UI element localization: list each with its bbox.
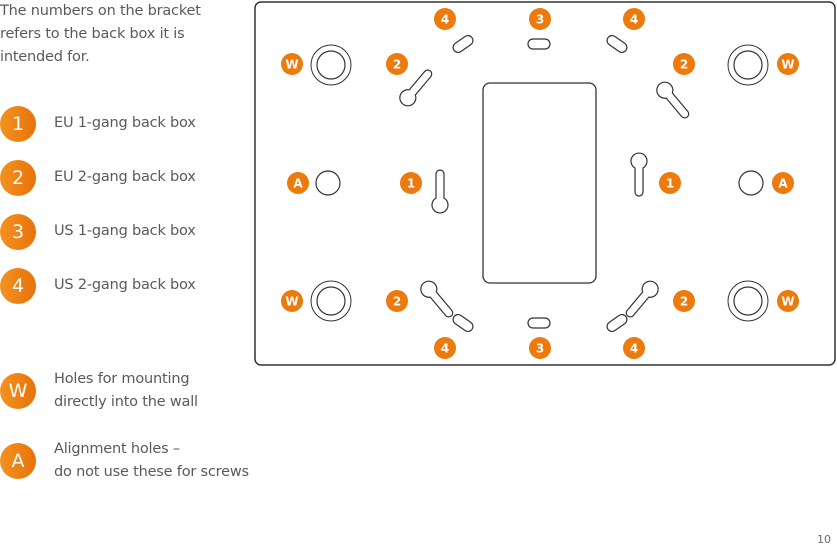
- svg-text:W: W: [781, 58, 794, 72]
- badge-top-2-right: 2: [673, 53, 695, 75]
- svg-text:1: 1: [407, 177, 415, 191]
- wall-hole-inner: [316, 50, 346, 80]
- slot-us-1-gang: [527, 317, 551, 329]
- svg-text:2: 2: [680, 295, 688, 309]
- svg-text:1: 1: [666, 177, 674, 191]
- slot-us-2-gang: [606, 34, 628, 54]
- svg-text:A: A: [778, 177, 788, 191]
- badge-mid-a-left: A: [287, 172, 309, 194]
- wall-hole-inner: [733, 286, 763, 316]
- alignment-hole: [315, 170, 341, 196]
- keyhole-eu-2-gang: [620, 277, 663, 322]
- badge-mid-1-left: 1: [400, 172, 422, 194]
- badge-top-2-left: 2: [386, 53, 408, 75]
- svg-text:3: 3: [536, 13, 544, 27]
- keyhole-eu-1-gang: [630, 152, 648, 197]
- slot-us-2-gang: [452, 313, 474, 333]
- badge-bot-4-right: 4: [623, 337, 645, 359]
- svg-text:A: A: [293, 177, 303, 191]
- svg-text:4: 4: [630, 342, 638, 356]
- wall-hole-inner: [316, 286, 346, 316]
- wall-holes: [310, 44, 769, 322]
- badge-bot-3: 3: [529, 337, 551, 359]
- svg-text:W: W: [285, 58, 298, 72]
- slot-us-2-gang: [606, 313, 628, 333]
- keyhole-eu-2-gang: [416, 277, 459, 322]
- badge-top-w-left: W: [281, 53, 303, 75]
- keyhole-eu-2-gang: [652, 78, 695, 123]
- svg-text:W: W: [285, 295, 298, 309]
- alignment-hole: [738, 170, 764, 196]
- page-number: 10: [817, 533, 831, 546]
- badge-top-4-left: 4: [434, 8, 456, 30]
- svg-text:2: 2: [680, 58, 688, 72]
- bracket-diagram: 4 3 4 W 2 2 W A 1 1 A W 2 2 W 4 3 4: [254, 1, 836, 366]
- badge-bot-4-left: 4: [434, 337, 456, 359]
- keyhole-eu-1-gang: [431, 169, 449, 214]
- badge-top-w-right: W: [777, 53, 799, 75]
- badge-top-3: 3: [529, 8, 551, 30]
- badge-mid-a-right: A: [772, 172, 794, 194]
- svg-text:4: 4: [441, 13, 449, 27]
- wall-hole-inner: [733, 50, 763, 80]
- svg-text:2: 2: [393, 58, 401, 72]
- slot-us-1-gang: [527, 38, 551, 50]
- badge-bot-2-left: 2: [386, 290, 408, 312]
- badge-bot-w-left: W: [281, 290, 303, 312]
- diagram-badges: 4 3 4 W 2 2 W A 1 1 A W 2 2 W 4 3 4: [281, 8, 799, 359]
- center-cutout: [482, 82, 597, 284]
- badge-bot-w-right: W: [777, 290, 799, 312]
- badge-mid-1-right: 1: [659, 172, 681, 194]
- slot-us-2-gang: [452, 34, 474, 54]
- badge-bot-2-right: 2: [673, 290, 695, 312]
- svg-text:2: 2: [393, 295, 401, 309]
- svg-text:4: 4: [441, 342, 449, 356]
- svg-text:4: 4: [630, 13, 638, 27]
- badge-top-4-right: 4: [623, 8, 645, 30]
- svg-text:W: W: [781, 295, 794, 309]
- svg-text:3: 3: [536, 342, 544, 356]
